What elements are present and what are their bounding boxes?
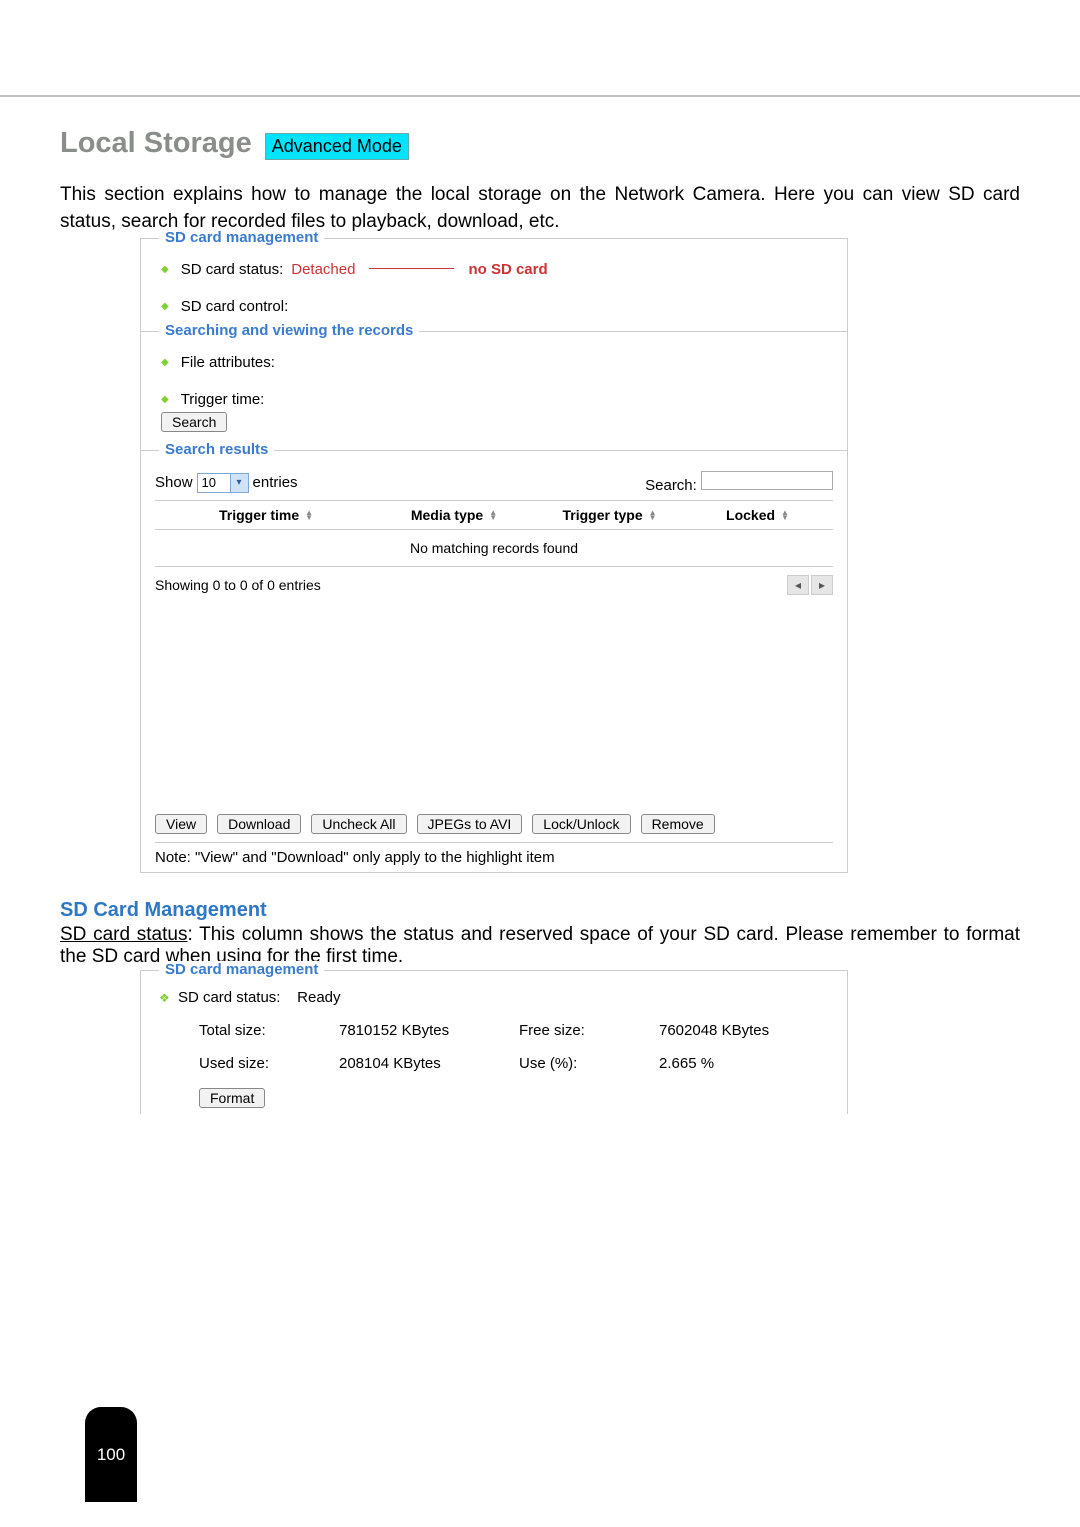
section-heading: Local Storage Advanced Mode [60,127,1020,160]
trigger-time-row: ◆ Trigger time: [161,391,833,408]
sd-status-row: ❖ SD card status: Ready [159,989,829,1006]
annotation-line [369,268,454,269]
lock-unlock-button[interactable]: Lock/Unlock [532,814,630,834]
results-footer: Showing 0 to 0 of 0 entries ◂ ▸ [155,567,833,610]
search-box-wrap: Search: [645,471,833,494]
bullet-icon: ◆ [161,394,169,405]
trigger-time-label: Trigger time: [181,391,265,408]
use-pct-label: Use (%): [519,1055,659,1072]
sort-icon: ▲▼ [649,510,657,520]
panel-search-results: Search results Show 10 ▾ entries Search: [140,451,848,873]
bullet-icon: ❖ [159,991,170,1005]
sd-status-value: Ready [297,989,340,1006]
showing-text: Showing 0 to 0 of 0 entries [155,577,321,593]
sort-icon: ▲▼ [489,510,497,520]
entries-label: entries [253,474,298,491]
column-label: Locked [726,507,775,523]
page-next-button[interactable]: ▸ [811,575,833,595]
column-media-type[interactable]: Media type ▲▼ [378,501,531,529]
free-size-value: 7602048 KBytes [659,1022,809,1039]
chevron-down-icon: ▾ [230,474,248,492]
column-trigger-time[interactable]: Trigger time ▲▼ [155,501,378,529]
search-label: Search: [645,477,697,494]
column-label: Media type [411,507,483,523]
no-results-message: No matching records found [155,530,833,567]
top-margin [0,0,1080,97]
free-size-label: Free size: [519,1022,659,1039]
panel-searching-records: Searching and viewing the records ◆ File… [140,332,848,451]
results-controls: Show 10 ▾ entries Search: [155,471,833,494]
file-attributes-label: File attributes: [181,354,275,371]
entries-value: 10 [198,475,230,490]
download-button[interactable]: Download [217,814,301,834]
page-prev-button[interactable]: ◂ [787,575,809,595]
sort-icon: ▲▼ [781,510,789,520]
sd-control-label: SD card control: [181,298,289,315]
sd-status-label: SD card status: [178,989,281,1006]
action-buttons-row: View Download Uncheck All JPEGs to AVI L… [155,810,833,838]
jpegs-to-avi-button[interactable]: JPEGs to AVI [417,814,523,834]
panel-sd-card-management: SD card management ◆ SD card status: Det… [140,238,848,332]
sd-status-value: Detached [291,261,355,278]
ui-screenshot-2: SD card management ❖ SD card status: Rea… [140,970,848,1114]
use-pct-value: 2.665 % [659,1055,809,1072]
annotation-text: no SD card [468,261,547,278]
column-trigger-type[interactable]: Trigger type ▲▼ [531,501,689,529]
format-cell: Format [199,1088,339,1108]
column-locked[interactable]: Locked ▲▼ [689,501,826,529]
used-size-label: Used size: [199,1055,339,1072]
sd-control-row: ◆ SD card control: [161,298,833,315]
panel-legend: Search results [159,441,274,458]
panel-sd-card-management-ready: SD card management ❖ SD card status: Rea… [140,970,848,1114]
pagination: ◂ ▸ [787,575,833,595]
sd-status-row: ◆ SD card status: Detached no SD card [161,261,833,278]
sort-icon: ▲▼ [305,510,313,520]
sd-para-label: SD card status [60,924,187,945]
panel-legend: SD card management [159,961,324,978]
show-label: Show [155,474,193,491]
subsection-heading: SD Card Management [60,899,1020,922]
remove-button[interactable]: Remove [641,814,715,834]
sd-status-label: SD card status: [181,261,284,278]
actions-note: Note: "View" and "Download" only apply t… [155,843,833,866]
panel-legend: Searching and viewing the records [159,322,419,339]
page-content: Local Storage Advanced Mode This section… [0,97,1080,1114]
document-page: Local Storage Advanced Mode This section… [0,0,1080,1527]
search-button[interactable]: Search [161,412,227,432]
page-number: 100 [97,1445,125,1465]
format-button[interactable]: Format [199,1088,265,1108]
bullet-icon: ◆ [161,264,169,275]
view-button[interactable]: View [155,814,207,834]
mode-badge: Advanced Mode [265,133,409,160]
page-title: Local Storage [60,127,252,160]
ui-screenshot-1: SD card management ◆ SD card status: Det… [140,238,848,873]
intro-paragraph: This section explains how to manage the … [60,182,1020,235]
used-size-value: 208104 KBytes [339,1055,519,1072]
results-table-header: Trigger time ▲▼ Media type ▲▼ Trigger ty… [155,500,833,530]
column-label: Trigger type [562,507,642,523]
sd-stats-grid: Total size: 7810152 KBytes Free size: 76… [199,1022,829,1108]
search-input[interactable] [701,471,833,490]
panel-legend: SD card management [159,229,324,246]
bullet-icon: ◆ [161,301,169,312]
entries-dropdown[interactable]: 10 ▾ [197,473,249,493]
file-attributes-row: ◆ File attributes: [161,354,833,371]
page-number-badge: 100 [85,1407,137,1502]
total-size-value: 7810152 KBytes [339,1022,519,1039]
results-body-empty [155,610,833,810]
column-label: Trigger time [219,507,299,523]
bullet-icon: ◆ [161,357,169,368]
show-entries-control: Show 10 ▾ entries [155,473,298,493]
total-size-label: Total size: [199,1022,339,1039]
uncheck-all-button[interactable]: Uncheck All [311,814,406,834]
